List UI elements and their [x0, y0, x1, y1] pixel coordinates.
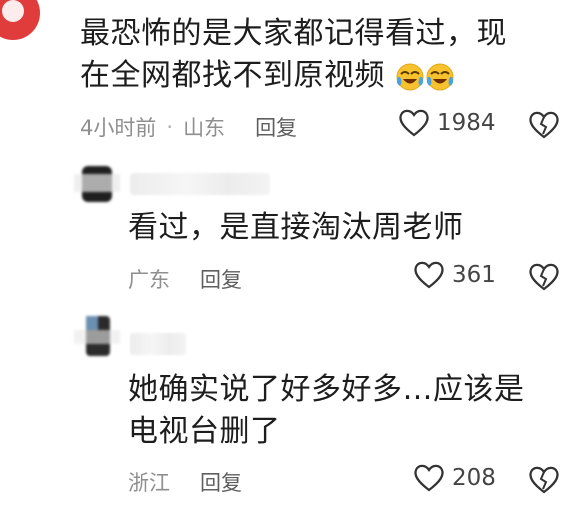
comment-text: 她确实说了好多好多…应该是 — [128, 370, 525, 410]
comment-location: 浙江 — [128, 471, 170, 495]
comment-text: 电视台删了 — [128, 412, 281, 452]
comment-text-line: 在全网都找不到原视频 — [80, 58, 385, 93]
broken-heart-icon[interactable] — [527, 110, 561, 140]
reply-button[interactable]: 回复 — [255, 112, 297, 142]
comment-text: 看过，是直接淘汰周老师 — [128, 208, 464, 248]
comment-text-line: 她确实说了好多好多…应该是 — [128, 372, 525, 407]
avatar-icon — [2, 0, 24, 22]
like-count: 361 — [452, 262, 496, 288]
like-button[interactable]: 361 — [412, 260, 496, 290]
reply-button[interactable]: 回复 — [200, 467, 242, 497]
broken-heart-icon[interactable] — [527, 465, 561, 495]
commenter-name-blurred[interactable] — [130, 333, 186, 355]
reply-button[interactable]: 回复 — [200, 264, 242, 294]
commenter-avatar[interactable] — [74, 312, 120, 358]
comment-location: 山东 — [183, 116, 226, 140]
laughing-crying-emoji-icon — [395, 62, 425, 92]
comment-time: 4小时前 — [80, 116, 157, 140]
like-count: 208 — [452, 465, 496, 491]
comment-text-line: 最恐怖的是大家都记得看过，现 — [80, 16, 507, 51]
meta-separator: · — [166, 115, 174, 139]
laughing-crying-emoji-icon — [425, 62, 455, 92]
comment-text-line: 电视台删了 — [128, 414, 281, 449]
like-button[interactable]: 1984 — [397, 108, 496, 138]
comment-meta: 广东 回复 — [128, 264, 242, 294]
commenter-avatar[interactable] — [74, 160, 120, 206]
heart-icon — [399, 109, 429, 137]
avatar-blur-overlay — [74, 330, 120, 344]
commenter-avatar[interactable] — [0, 0, 40, 40]
comment-text: 在全网都找不到原视频 — [80, 56, 455, 96]
comment-meta: 浙江 回复 — [128, 467, 242, 497]
like-count: 1984 — [437, 110, 496, 136]
avatar-image-detail — [86, 316, 98, 330]
avatar-blur-overlay — [74, 174, 120, 192]
heart-icon — [414, 464, 444, 492]
commenter-name-blurred[interactable] — [130, 173, 270, 195]
comment-meta: 4小时前 · 山东 回复 — [80, 112, 297, 142]
comment-text-line: 看过，是直接淘汰周老师 — [128, 210, 464, 245]
like-button[interactable]: 208 — [412, 463, 496, 493]
heart-icon — [414, 261, 444, 289]
comment-text: 最恐怖的是大家都记得看过，现 — [80, 14, 507, 54]
broken-heart-icon[interactable] — [527, 262, 561, 292]
comment-location: 广东 — [128, 268, 170, 292]
